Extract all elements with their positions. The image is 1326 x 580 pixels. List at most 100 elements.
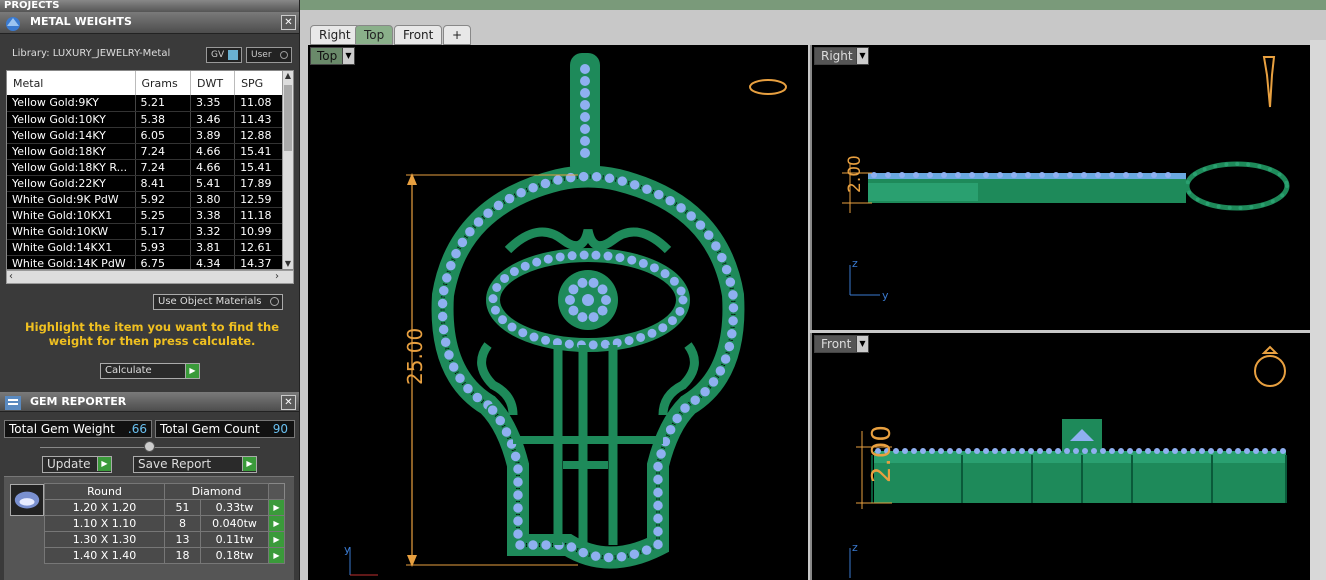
- table-cell: 4.66: [190, 159, 236, 176]
- table-cell: Yellow Gold:18KY R...: [7, 159, 136, 176]
- gem-cell: 1.10 X 1.10: [44, 515, 165, 532]
- right-sidebar: [1310, 40, 1326, 580]
- axis-y-label: y: [344, 543, 351, 556]
- projects-header: PROJECTS: [0, 0, 299, 12]
- table-cell: 4.66: [190, 143, 236, 160]
- table-cell: 5.21: [135, 95, 191, 112]
- gem-row-play-icon[interactable]: ▶: [268, 499, 285, 516]
- round-gem-thumbnail[interactable]: [10, 484, 44, 516]
- ring-top-icon: [749, 79, 787, 95]
- table-row[interactable]: White Gold:14K PdW 6.75 4.34 14.37: [7, 255, 283, 269]
- scroll-right-icon[interactable]: ›: [275, 271, 279, 282]
- table-cell: 5.38: [135, 111, 191, 128]
- save-report-label: Save Report: [138, 457, 212, 471]
- right-viewport[interactable]: Right ▼ 2.00 z y: [810, 45, 1310, 330]
- splitter-handle[interactable]: [144, 441, 155, 452]
- top-toolbar: [300, 0, 1326, 10]
- table-cell: 4.34: [190, 255, 236, 269]
- tab-top[interactable]: Top: [355, 25, 394, 45]
- front-viewport[interactable]: Front ▼ 2.00 z: [810, 333, 1310, 580]
- metal-table[interactable]: Metal Grams DWT SPG Yellow Gold:9KY 5.21 3.35…: [6, 70, 294, 270]
- gem-row[interactable]: 1.40 X 1.40 18 0.18tw ▶: [44, 547, 285, 564]
- gem-row-play-icon[interactable]: ▶: [268, 531, 285, 548]
- save-report-button[interactable]: Save Report ▶: [133, 456, 257, 473]
- tab-front[interactable]: Front: [394, 25, 443, 45]
- close-icon[interactable]: ✕: [281, 15, 296, 30]
- left-panel: PROJECTS METAL WEIGHTS ✕ Library: LUXURY…: [0, 0, 300, 580]
- table-cell: 3.32: [190, 223, 236, 240]
- table-row[interactable]: Yellow Gold:9KY 5.21 3.35 11.08: [7, 95, 283, 112]
- gv-indicator: [228, 50, 238, 60]
- table-cell: 8.41: [135, 175, 191, 192]
- side-profile-render: 2.00 z y: [842, 56, 1290, 302]
- axis-z-label: z: [852, 257, 858, 270]
- play-icon: ▶: [185, 364, 199, 378]
- table-row[interactable]: Yellow Gold:22KY 8.41 5.41 17.89: [7, 175, 283, 192]
- table-cell: 12.59: [234, 191, 283, 208]
- table-row[interactable]: White Gold:14KX1 5.93 3.81 12.61: [7, 239, 283, 256]
- modeling-area: Right Top Front + Top ▼ 25.00 y Right ▼: [300, 0, 1326, 580]
- horizontal-scrollbar[interactable]: ‹ ›: [6, 270, 294, 284]
- table-cell: Yellow Gold:14KY: [7, 127, 136, 144]
- metal-column-header[interactable]: DWT: [190, 71, 236, 95]
- gem-cell: 1.30 X 1.30: [44, 531, 165, 548]
- metal-weights-icon: [6, 17, 20, 31]
- calculate-button[interactable]: Calculate ▶: [100, 363, 200, 379]
- table-cell: 5.25: [135, 207, 191, 224]
- tab-right[interactable]: Right: [310, 25, 360, 45]
- scroll-down-icon[interactable]: ▼: [283, 259, 293, 269]
- tab-add[interactable]: +: [443, 25, 472, 45]
- calculate-label: Calculate: [105, 365, 152, 376]
- scroll-thumb[interactable]: [284, 85, 292, 151]
- table-row[interactable]: White Gold:10KX1 5.25 3.38 11.18: [7, 207, 283, 224]
- axis-y-label: y: [882, 289, 889, 302]
- gem-cell: 0.18tw: [200, 547, 269, 564]
- metal-column-header[interactable]: Metal: [7, 71, 136, 95]
- table-row[interactable]: White Gold:9K PdW 5.92 3.80 12.59: [7, 191, 283, 208]
- table-row[interactable]: White Gold:10KW 5.17 3.32 10.99: [7, 223, 283, 240]
- gem-row[interactable]: 1.20 X 1.20 51 0.33tw ▶: [44, 499, 285, 516]
- gem-reporter-header: GEM REPORTER ✕: [0, 392, 299, 412]
- table-cell: 3.81: [190, 239, 236, 256]
- metal-column-header[interactable]: Grams: [135, 71, 191, 95]
- update-button[interactable]: Update ▶: [42, 456, 112, 473]
- table-cell: 3.46: [190, 111, 236, 128]
- library-label: Library: LUXURY_JEWELRY-Metal: [12, 48, 171, 59]
- gem-row-play-icon[interactable]: ▶: [268, 515, 285, 532]
- user-toggle[interactable]: User: [246, 47, 292, 63]
- table-cell: 15.41: [234, 143, 283, 160]
- play-icon: ▶: [242, 457, 256, 471]
- metal-column-header[interactable]: SPG: [234, 71, 283, 95]
- close-icon[interactable]: ✕: [281, 395, 296, 410]
- scroll-up-icon[interactable]: ▲: [283, 71, 293, 83]
- table-row[interactable]: Yellow Gold:18KY 7.24 4.66 15.41: [7, 143, 283, 160]
- table-cell: 5.92: [135, 191, 191, 208]
- gem-cell: 8: [164, 515, 201, 532]
- gv-label: GV: [211, 50, 225, 60]
- table-row[interactable]: Yellow Gold:18KY R... 7.24 4.66 15.41: [7, 159, 283, 176]
- table-row[interactable]: Yellow Gold:10KY 5.38 3.46 11.43: [7, 111, 283, 128]
- table-cell: 3.38: [190, 207, 236, 224]
- gem-reporter-title: GEM REPORTER: [30, 395, 127, 408]
- ring-side-icon: [1262, 56, 1276, 108]
- table-cell: Yellow Gold:22KY: [7, 175, 136, 192]
- total-gem-weight-field: Total Gem Weight .66: [4, 420, 152, 438]
- use-object-materials-toggle[interactable]: Use Object Materials: [153, 294, 283, 310]
- gem-row[interactable]: 1.30 X 1.30 13 0.11tw ▶: [44, 531, 285, 548]
- gv-toggle[interactable]: GV: [206, 47, 242, 63]
- axis-z-label: z: [852, 541, 858, 554]
- vertical-scrollbar[interactable]: ▲ ▼: [282, 71, 293, 269]
- table-cell: 3.35: [190, 95, 236, 112]
- table-row[interactable]: Yellow Gold:14KY 6.05 3.89 12.88: [7, 127, 283, 144]
- scroll-left-icon[interactable]: ‹: [9, 271, 13, 282]
- gem-shape-header: Round: [44, 483, 165, 500]
- table-cell: 14.37: [234, 255, 283, 269]
- table-cell: 11.43: [234, 111, 283, 128]
- update-label: Update: [47, 457, 91, 471]
- gem-table[interactable]: Round Diamond 1.20 X 1.20 51 0.33tw ▶ 1.10 X…: [44, 483, 285, 564]
- gem-row[interactable]: 1.10 X 1.10 8 0.040tw ▶: [44, 515, 285, 532]
- top-viewport[interactable]: Top ▼ 25.00 y: [308, 45, 808, 580]
- table-cell: White Gold:14KX1: [7, 239, 136, 256]
- top-dimension-label: 25.00: [403, 328, 427, 385]
- gem-row-play-icon[interactable]: ▶: [268, 547, 285, 564]
